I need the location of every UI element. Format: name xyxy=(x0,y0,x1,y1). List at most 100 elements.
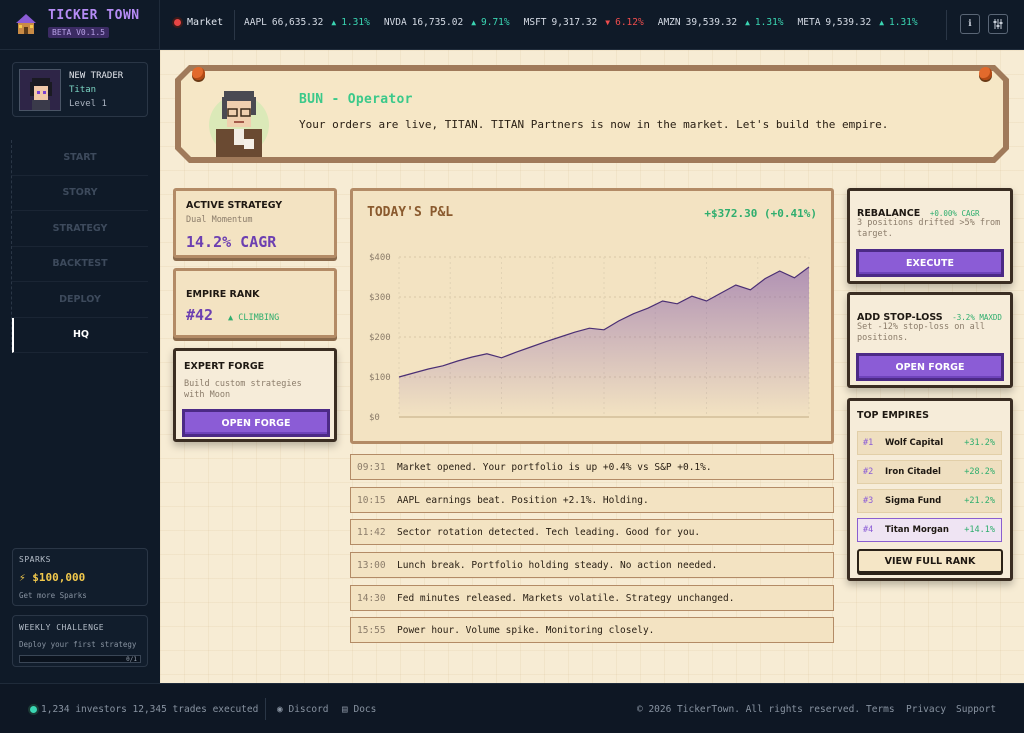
sidebar-nav: START STORY STRATEGY BACKTEST DEPLOY HQ xyxy=(12,140,148,353)
profile-level: Level 1 xyxy=(69,99,107,109)
leaderboard-row[interactable]: #2 Iron Citadel +28.2% xyxy=(857,460,1002,484)
ticker-item[interactable]: AAPL 66,635.32 ▲ 1.31% xyxy=(244,17,370,28)
strategy-name: Dual Momentum xyxy=(186,215,253,225)
pnl-chart-card: TODAY'S P&L +$372.30 (+0.41%) $0 $100 $200… xyxy=(350,188,834,444)
ticker-price: 39,539.32 xyxy=(685,17,738,28)
execute-button[interactable]: EXECUTE xyxy=(856,249,1004,277)
log-time: 14:30 xyxy=(357,592,386,604)
profile-card[interactable]: NEW TRADER Titan Level 1 xyxy=(12,62,148,117)
docs-icon: ▤ xyxy=(342,704,348,715)
discord-label: Discord xyxy=(288,704,329,715)
open-forge-button[interactable]: OPEN FORGE xyxy=(182,409,330,437)
view-full-rank-button[interactable]: VIEW FULL RANK xyxy=(857,549,1003,573)
support-link[interactable]: Support xyxy=(956,704,996,715)
y-tick-label: $400 xyxy=(369,253,391,263)
open-forge-button[interactable]: OPEN FORGE xyxy=(856,353,1004,381)
ticker-item[interactable]: NVDA 16,735.02 ▲ 9.71% xyxy=(384,17,510,28)
pnl-chart: $0 $100 $200 $300 $400 xyxy=(369,253,810,423)
row-name: Iron Citadel xyxy=(885,467,941,477)
y-tick-label: $0 xyxy=(369,413,380,423)
row-rank: #1 xyxy=(863,438,874,448)
discord-icon: ◉ xyxy=(277,704,283,715)
row-pct: +21.2% xyxy=(964,496,995,506)
leaderboard-row[interactable]: #3 Sigma Fund +21.2% xyxy=(857,489,1002,513)
y-tick-label: $300 xyxy=(369,293,391,303)
log-time: 09:31 xyxy=(357,461,386,473)
ticker-symbol: AMZN xyxy=(657,17,681,28)
online-dot-icon xyxy=(30,706,37,713)
divider xyxy=(265,698,266,720)
info-icon: ℹ xyxy=(968,19,972,29)
sidebar: NEW TRADER Titan Level 1 START STORY STR… xyxy=(0,50,160,683)
row-rank: #4 xyxy=(863,525,874,535)
active-strategy-card[interactable]: ACTIVE STRATEGY Dual Momentum 14.2% CAGR xyxy=(173,188,337,258)
row-name: Sigma Fund xyxy=(885,496,942,506)
market-status: Market xyxy=(174,17,223,28)
rebalance-tag: +0.00% CAGR xyxy=(929,209,980,218)
log-text: AAPL earnings beat. Position +2.1%. Hold… xyxy=(397,494,649,506)
ticker-change: 6.12% xyxy=(615,17,644,28)
sidebar-item-hq[interactable]: HQ xyxy=(12,317,148,353)
weekly-challenge-card[interactable]: WEEKLY CHALLENGE Deploy your first strat… xyxy=(12,615,148,667)
operator-banner: BUN - Operator Your orders are live, TIT… xyxy=(175,65,1009,163)
sidebar-item-start[interactable]: START xyxy=(12,140,148,176)
card-title: EMPIRE RANK xyxy=(186,289,260,300)
ticker-item[interactable]: META 9,539.32 ▲ 1.31% xyxy=(798,17,918,28)
discord-link[interactable]: ◉ Discord xyxy=(277,704,329,715)
sidebar-item-story[interactable]: STORY xyxy=(12,176,148,211)
sparks-title: SPARKS xyxy=(19,555,51,564)
banner-inner xyxy=(181,71,1003,157)
get-sparks-link[interactable]: Get more Sparks xyxy=(19,591,87,600)
ticker-symbol: META xyxy=(797,17,821,28)
stoploss-desc: Set -12% stop-loss on all positions. xyxy=(857,322,985,343)
leaderboard-row-current[interactable]: #4 Titan Morgan +14.1% xyxy=(857,518,1002,542)
sidebar-item-strategy[interactable]: STRATEGY xyxy=(12,211,148,247)
sidebar-item-deploy[interactable]: DEPLOY xyxy=(12,282,148,318)
speaker-message: Your orders are live, TITAN. TITAN Partn… xyxy=(299,118,889,131)
rank-trend-label: CLIMBING xyxy=(238,313,280,323)
leaderboard-row[interactable]: #1 Wolf Capital +31.2% xyxy=(857,431,1002,455)
operator-portrait xyxy=(209,91,269,157)
row-name: Wolf Capital xyxy=(885,438,944,448)
empire-rank-card[interactable]: EMPIRE RANK #42 ▲ CLIMBING xyxy=(173,268,337,338)
privacy-link[interactable]: Privacy xyxy=(906,704,946,715)
market-label: Market xyxy=(187,17,224,28)
bolt-icon: ⚡ xyxy=(19,571,26,584)
log-entry: 09:31 Market opened. Your portfolio is u… xyxy=(350,454,834,480)
info-button[interactable]: ℹ xyxy=(960,14,980,34)
log-text: Fed minutes released. Markets volatile. … xyxy=(397,592,735,604)
sidebar-item-backtest[interactable]: BACKTEST xyxy=(12,247,148,282)
brand[interactable]: TICKER TOWN BETA V0.1.5 xyxy=(0,0,160,50)
sparks-balance: ⚡ $100,000 xyxy=(19,571,85,584)
y-tick-label: $200 xyxy=(369,333,391,343)
arrow-up-icon: ▲ xyxy=(228,313,234,323)
ticker-item[interactable]: AMZN 39,539.32 ▲ 1.31% xyxy=(658,17,784,28)
log-text: Market opened. Your portfolio is up +0.4… xyxy=(397,461,712,473)
arrow-down-icon: ▼ xyxy=(605,18,611,27)
weekly-progress-bar: 0/1 xyxy=(19,655,141,663)
ticker-change: 1.31% xyxy=(754,17,784,28)
terms-link[interactable]: Terms xyxy=(866,704,895,715)
profile-title: NEW TRADER xyxy=(69,71,124,81)
footer-stats: 1,234 investors 12,345 trades executed xyxy=(30,704,258,715)
ticker-item[interactable]: MSFT 9,317.32 ▼ 6.12% xyxy=(524,17,644,28)
log-text: Sector rotation detected. Tech leading. … xyxy=(397,526,701,538)
docs-label: Docs xyxy=(353,704,377,715)
weekly-progress-count: 0/1 xyxy=(126,656,137,663)
row-rank: #3 xyxy=(863,496,874,506)
divider xyxy=(234,10,235,40)
settings-button[interactable] xyxy=(988,14,1008,34)
version-badge: BETA V0.1.5 xyxy=(48,27,109,38)
forge-desc: Build custom strategies with Moon xyxy=(184,379,302,400)
pin-icon xyxy=(979,67,992,80)
docs-link[interactable]: ▤ Docs xyxy=(342,704,376,715)
row-pct: +31.2% xyxy=(964,438,995,448)
brand-title: TICKER TOWN xyxy=(48,8,140,23)
arrow-up-icon: ▲ xyxy=(331,18,337,27)
avatar xyxy=(19,69,61,111)
card-title: ACTIVE STRATEGY xyxy=(186,200,283,211)
log-entry: 11:42 Sector rotation detected. Tech lea… xyxy=(350,519,834,545)
log-text: Power hour. Volume spike. Monitoring clo… xyxy=(397,624,655,636)
rank-trend: ▲ CLIMBING xyxy=(228,313,279,323)
ticker-symbol: NVDA xyxy=(383,17,407,28)
